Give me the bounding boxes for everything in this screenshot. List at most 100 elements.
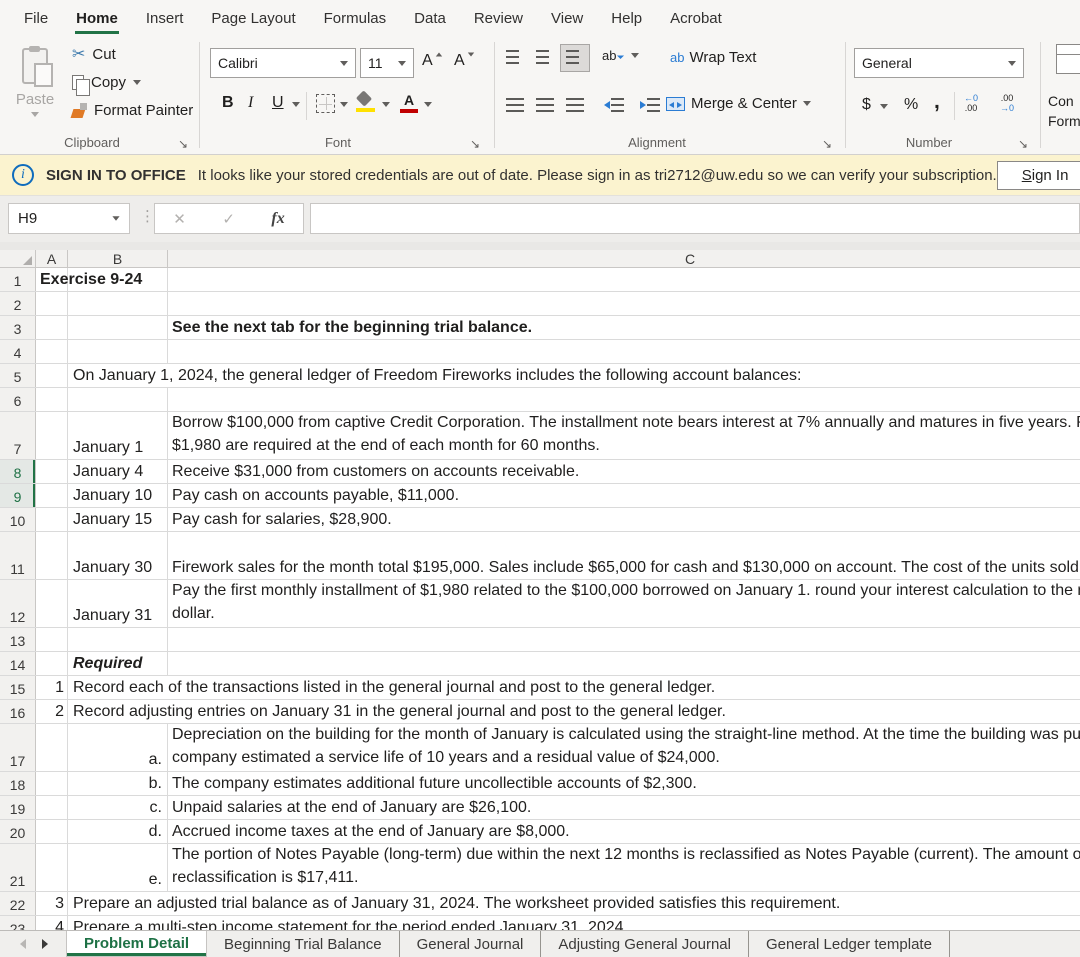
prev-sheet-icon[interactable] <box>20 939 26 949</box>
align-center-button[interactable] <box>536 98 554 112</box>
underline-button[interactable]: U <box>272 94 284 112</box>
sheet-tab-adjusting-general-journal[interactable]: Adjusting General Journal <box>541 931 749 957</box>
cell-b15[interactable]: Record each of the transactions listed i… <box>73 679 715 697</box>
borders-button[interactable] <box>316 94 335 113</box>
formula-input[interactable] <box>310 203 1080 234</box>
cell-a15[interactable]: 1 <box>36 679 64 697</box>
cancel-icon[interactable]: ✕ <box>173 210 186 228</box>
cell-c17[interactable]: Depreciation on the building for the mon… <box>172 723 1080 769</box>
sheet-tab-beginning-trial-balance[interactable]: Beginning Trial Balance <box>207 931 400 957</box>
copy-button[interactable]: Copy <box>72 74 141 91</box>
clipboard-dialog-launcher-icon[interactable]: ↘ <box>178 137 188 151</box>
sheet-tab-general-journal[interactable]: General Journal <box>400 931 542 957</box>
number-dialog-launcher-icon[interactable]: ↘ <box>1018 137 1028 151</box>
cell-b17[interactable]: a. <box>68 751 162 769</box>
menu-tab-view[interactable]: View <box>537 0 597 36</box>
row-header-19[interactable]: 19 <box>0 796 36 819</box>
cell-b19[interactable]: c. <box>68 799 162 817</box>
cell-b8[interactable]: January 4 <box>73 463 143 481</box>
italic-button[interactable]: I <box>248 94 253 112</box>
menu-tab-help[interactable]: Help <box>597 0 656 36</box>
row-header-22[interactable]: 22 <box>0 892 36 915</box>
cell-b22[interactable]: Prepare an adjusted trial balance as of … <box>73 895 840 913</box>
drag-handle-icon[interactable]: ⋮ <box>140 207 155 225</box>
row-header-13[interactable]: 13 <box>0 628 36 651</box>
row-header-2[interactable]: 2 <box>0 292 36 315</box>
cell-b10[interactable]: January 15 <box>73 511 152 529</box>
cell-b14[interactable]: Required <box>73 655 142 673</box>
sheet-tab-problem-detail[interactable]: Problem Detail <box>66 931 207 957</box>
cut-button[interactable]: ✂ Cut <box>72 46 116 63</box>
row-header-3[interactable]: 3 <box>0 316 36 339</box>
wrap-text-button[interactable]: ab Wrap Text <box>670 49 756 66</box>
conditional-formatting-label-line2[interactable]: Form <box>1048 113 1080 129</box>
chevron-down-icon[interactable] <box>292 102 300 107</box>
align-middle-button[interactable] <box>536 50 554 64</box>
comma-style-button[interactable]: , <box>934 90 940 114</box>
cell-c10[interactable]: Pay cash for salaries, $28,900. <box>172 511 392 529</box>
row-header-18[interactable]: 18 <box>0 772 36 795</box>
row-header-21[interactable]: 21 <box>0 844 36 891</box>
name-box[interactable]: H9 <box>8 203 130 234</box>
format-painter-button[interactable]: Format Painter <box>72 102 193 119</box>
row-header-15[interactable]: 15 <box>0 676 36 699</box>
chevron-down-icon[interactable] <box>424 102 432 107</box>
enter-icon[interactable]: ✓ <box>222 210 235 228</box>
menu-tab-page-layout[interactable]: Page Layout <box>197 0 309 36</box>
cell-a22[interactable]: 3 <box>36 895 64 913</box>
menu-tab-file[interactable]: File <box>10 0 62 36</box>
cell-c18[interactable]: The company estimates additional future … <box>172 775 697 793</box>
merge-center-button[interactable]: Merge & Center <box>666 95 811 112</box>
column-header-b[interactable]: B <box>68 250 168 267</box>
row-header-12[interactable]: 12 <box>0 580 36 627</box>
cell-c20[interactable]: Accrued income taxes at the end of Janua… <box>172 823 570 841</box>
cell-b9[interactable]: January 10 <box>73 487 152 505</box>
cell-c7[interactable]: Borrow $100,000 from captive Credit Corp… <box>172 411 1080 457</box>
increase-decimal-button[interactable]: ←0 .00 <box>964 93 978 113</box>
align-bottom-button[interactable] <box>566 50 584 64</box>
font-name-combo[interactable]: Calibri <box>210 48 356 78</box>
chevron-down-icon[interactable] <box>880 104 888 109</box>
row-header-5[interactable]: 5 <box>0 364 36 387</box>
next-sheet-icon[interactable] <box>42 939 48 949</box>
align-top-button[interactable] <box>506 50 524 64</box>
shrink-font-button[interactable]: A <box>454 52 475 70</box>
cell-c3[interactable]: See the next tab for the beginning trial… <box>172 319 532 337</box>
decrease-decimal-button[interactable]: .00 →0 <box>1000 93 1014 113</box>
percent-button[interactable]: % <box>904 96 918 114</box>
align-right-button[interactable] <box>566 98 584 112</box>
cell-b20[interactable]: d. <box>68 823 162 841</box>
insert-function-icon[interactable]: fx <box>271 210 284 228</box>
menu-tab-home[interactable]: Home <box>62 0 132 36</box>
orientation-button[interactable]: ab <box>602 48 639 63</box>
cell-b7[interactable]: January 1 <box>73 439 143 457</box>
increase-indent-button[interactable] <box>640 98 665 112</box>
row-header-17[interactable]: 17 <box>0 724 36 771</box>
number-format-combo[interactable]: General <box>854 48 1024 78</box>
column-header-c[interactable]: C <box>168 250 1080 267</box>
menu-tab-insert[interactable]: Insert <box>132 0 198 36</box>
cell-b11[interactable]: January 30 <box>73 559 152 577</box>
conditional-formatting-label-line1[interactable]: Con <box>1048 93 1080 109</box>
font-dialog-launcher-icon[interactable]: ↘ <box>470 137 480 151</box>
font-color-button[interactable]: A <box>400 93 418 113</box>
row-header-6[interactable]: 6 <box>0 388 36 411</box>
row-header-14[interactable]: 14 <box>0 652 36 675</box>
row-header-4[interactable]: 4 <box>0 340 36 363</box>
row-header-1[interactable]: 1 <box>0 268 36 291</box>
decrease-indent-button[interactable] <box>604 98 629 112</box>
menu-tab-data[interactable]: Data <box>400 0 460 36</box>
cell-b21[interactable]: e. <box>68 871 162 889</box>
cell-a16[interactable]: 2 <box>36 703 64 721</box>
menu-tab-formulas[interactable]: Formulas <box>310 0 401 36</box>
grow-font-button[interactable]: A <box>422 52 443 70</box>
cell-c11[interactable]: Firework sales for the month total $195,… <box>172 559 1079 577</box>
column-header-a[interactable]: A <box>36 250 68 267</box>
font-size-combo[interactable]: 11 <box>360 48 414 78</box>
row-header-16[interactable]: 16 <box>0 700 36 723</box>
menu-tab-review[interactable]: Review <box>460 0 537 36</box>
align-left-button[interactable] <box>506 98 524 112</box>
cell-b5[interactable]: On January 1, 2024, the general ledger o… <box>73 367 801 385</box>
menu-tab-acrobat[interactable]: Acrobat <box>656 0 736 36</box>
cell-c19[interactable]: Unpaid salaries at the end of January ar… <box>172 799 531 817</box>
